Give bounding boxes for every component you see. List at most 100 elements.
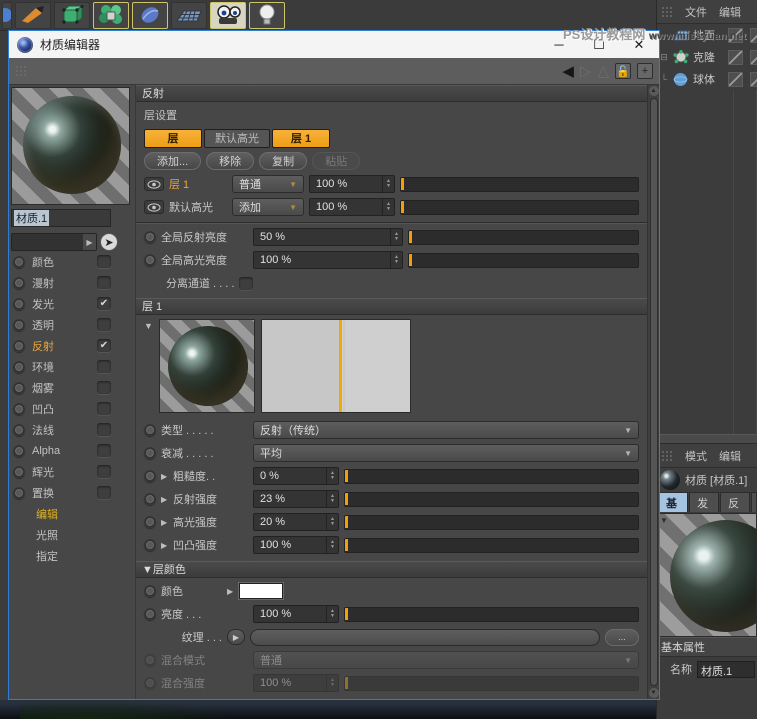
bump-strength-slider[interactable] — [344, 538, 639, 553]
spinner-arrows-icon[interactable]: ▲▼ — [326, 468, 338, 484]
editor-scrollbar[interactable]: ▲ ▼ — [647, 85, 659, 699]
mix-strength-slider[interactable] — [344, 676, 639, 691]
channel-checkbox[interactable] — [97, 318, 111, 331]
color-swatch[interactable] — [239, 583, 283, 599]
texture-tag-icon[interactable] — [750, 28, 757, 43]
layer-name[interactable]: 层 1 — [169, 176, 227, 192]
attenuation-dropdown[interactable]: 平均▼ — [253, 444, 639, 462]
texture-tag-icon[interactable] — [728, 28, 743, 43]
channel-checkbox[interactable] — [97, 402, 111, 415]
expander-arrow-icon[interactable]: ▶ — [161, 472, 168, 481]
texture-browse-button[interactable]: ... — [605, 629, 639, 646]
expander-arrow-icon[interactable]: ▶ — [161, 541, 168, 550]
remove-button[interactable]: 移除 — [206, 152, 254, 170]
spinner-arrows-icon[interactable]: ▲▼ — [326, 514, 338, 530]
expander-arrow-icon[interactable]: ▶ — [161, 495, 168, 504]
mix-mode-dropdown[interactable]: 普通▼ — [253, 651, 639, 669]
eye-icon[interactable] — [144, 200, 164, 214]
menu-file[interactable]: 文件 — [685, 4, 707, 20]
mograph-cloner-icon[interactable] — [93, 2, 129, 29]
object-row-floor[interactable]: ─ 地面 — [657, 24, 757, 46]
specular-strength-slider[interactable] — [344, 515, 639, 530]
minimize-button[interactable]: ─ — [539, 31, 579, 58]
panel-grip-icon[interactable] — [661, 450, 673, 462]
channel-reflectance[interactable]: 反射✔ — [11, 335, 133, 356]
channel-checkbox[interactable] — [97, 276, 111, 289]
spinner-arrows-icon[interactable]: ▲▼ — [382, 176, 394, 192]
new-window-icon[interactable]: + — [637, 63, 653, 79]
copy-button[interactable]: 复制 — [259, 152, 307, 170]
pen-tool-icon[interactable] — [15, 2, 51, 29]
cube-primitive-icon[interactable] — [54, 2, 90, 29]
link-illumination[interactable]: 光照 — [11, 524, 133, 545]
type-dropdown[interactable]: 反射（传统）▼ — [253, 421, 639, 439]
back-arrow-icon[interactable]: ◀ — [562, 64, 574, 79]
collapse-arrow-icon[interactable]: ▼ — [660, 516, 668, 525]
panel-grip-icon[interactable] — [661, 6, 673, 18]
blend-mode-dropdown[interactable]: 普通▼ — [232, 175, 304, 193]
paste-button[interactable]: 粘贴 — [312, 152, 360, 170]
global-specular-slider[interactable] — [408, 253, 639, 268]
blend-mode-dropdown[interactable]: 添加▼ — [232, 198, 304, 216]
brightness-spinner[interactable]: 100 %▲▼ — [253, 605, 339, 623]
texture-arrow-button[interactable]: ▶ — [227, 629, 245, 645]
channel-checkbox[interactable] — [97, 381, 111, 394]
roughness-slider[interactable] — [344, 469, 639, 484]
tab-layers[interactable]: 层 — [144, 129, 202, 148]
channel-bump[interactable]: 凹凸 — [11, 398, 133, 419]
metaball-icon[interactable] — [132, 2, 168, 29]
camera-icon[interactable] — [210, 2, 246, 29]
tab-reflectance[interactable]: 反射 — [720, 492, 750, 512]
global-specular-spinner[interactable]: 100 %▲▼ — [253, 251, 403, 269]
eye-icon[interactable] — [144, 177, 164, 191]
material-name-input[interactable]: 材质.1 — [11, 209, 111, 227]
channel-fog[interactable]: 烟雾 — [11, 377, 133, 398]
channel-checkbox[interactable] — [97, 423, 111, 436]
menu-edit[interactable]: 编辑 — [719, 448, 741, 464]
light-icon[interactable] — [249, 2, 285, 29]
tab-clipped[interactable] — [751, 492, 757, 512]
scroll-down-icon[interactable]: ▼ — [649, 688, 659, 698]
layer-color-header[interactable]: ▼层颜色 — [136, 561, 647, 578]
spinner-arrows-icon[interactable]: ▲▼ — [326, 675, 338, 691]
layer1-preview-thumbnail[interactable] — [159, 319, 255, 413]
reflection-strength-spinner[interactable]: 23 %▲▼ — [253, 490, 339, 508]
scroll-up-icon[interactable]: ▲ — [649, 86, 659, 96]
reflection-strength-slider[interactable] — [344, 492, 639, 507]
texture-tag-icon[interactable] — [750, 72, 757, 87]
channel-luminance[interactable]: 发光✔ — [11, 293, 133, 314]
layer-opacity-spinner[interactable]: 100 %▲▼ — [309, 198, 395, 216]
roughness-spinner[interactable]: 0 %▲▼ — [253, 467, 339, 485]
layer-opacity-spinner[interactable]: 100 %▲▼ — [309, 175, 395, 193]
tab-basic[interactable]: 基本 — [658, 492, 688, 512]
expander-arrow-icon[interactable]: ▶ — [161, 518, 168, 527]
channel-color[interactable]: 颜色 — [11, 251, 133, 272]
name-input[interactable]: 材质.1 — [697, 661, 755, 678]
up-arrow-icon[interactable]: △ — [597, 64, 609, 79]
texture-tag-icon[interactable] — [728, 72, 743, 87]
object-label[interactable]: 球体 — [693, 71, 715, 87]
link-assign[interactable]: 指定 — [11, 545, 133, 566]
spinner-arrows-icon[interactable]: ▲▼ — [326, 491, 338, 507]
shader-dropdown[interactable]: ▶ — [11, 233, 97, 251]
partial-tool-icon[interactable] — [2, 2, 12, 29]
tab-layer-1[interactable]: 层 1 — [272, 129, 330, 148]
channel-transparency[interactable]: 透明 — [11, 314, 133, 335]
mix-strength-spinner[interactable]: 100 %▲▼ — [253, 674, 339, 692]
add-button[interactable]: 添加... — [144, 152, 201, 170]
titlebar[interactable]: 材质编辑器 ─ ☐ ✕ — [9, 31, 659, 58]
expander-arrow-icon[interactable]: ▶ — [227, 587, 234, 596]
object-row-cloner[interactable]: ⊟ 克隆 — [657, 46, 757, 68]
object-manager-empty-area[interactable] — [657, 90, 757, 434]
panel-splitter[interactable] — [657, 434, 757, 444]
object-label[interactable]: 地面 — [693, 27, 715, 43]
lock-icon[interactable]: 🔓 — [615, 63, 631, 79]
collapse-arrow-icon[interactable]: ▼ — [144, 321, 153, 415]
maximize-button[interactable]: ☐ — [579, 31, 619, 58]
link-editor[interactable]: 编辑 — [11, 503, 133, 524]
material-preview[interactable]: ▼ — [657, 513, 757, 637]
specular-strength-spinner[interactable]: 20 %▲▼ — [253, 513, 339, 531]
layer-name[interactable]: 默认高光 — [169, 199, 227, 215]
spinner-arrows-icon[interactable]: ▲▼ — [390, 229, 402, 245]
close-button[interactable]: ✕ — [619, 31, 659, 58]
